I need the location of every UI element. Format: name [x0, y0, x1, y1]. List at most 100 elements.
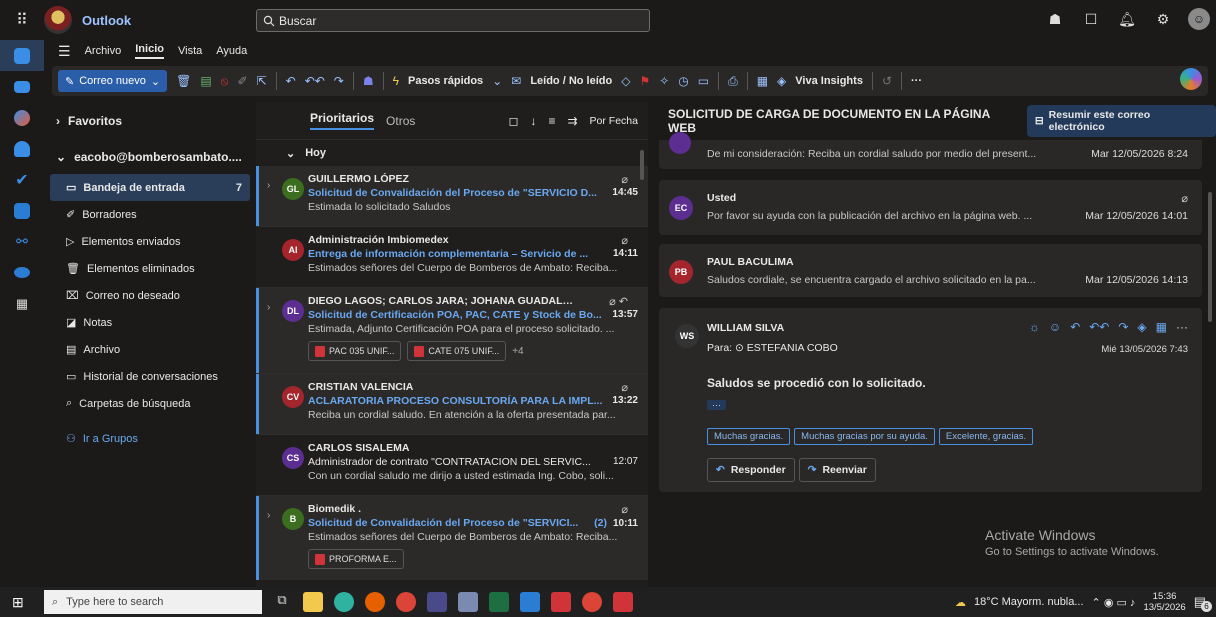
chrome-icon[interactable]	[396, 592, 416, 612]
apps-icon[interactable]: ▦	[757, 74, 768, 88]
snooze-icon[interactable]: ◷	[678, 74, 688, 88]
more-apps-icon[interactable]: ▦	[0, 288, 44, 319]
folder-deleted[interactable]: 🗑︎ Elementos eliminados	[44, 255, 256, 282]
more-options-button[interactable]: ···	[911, 75, 922, 87]
sort-label[interactable]: Por Fecha	[590, 115, 638, 127]
onedrive-app-icon[interactable]	[0, 257, 44, 288]
more-attachments[interactable]: +4	[512, 346, 523, 357]
envelope-icon[interactable]: ✉	[511, 74, 521, 88]
reply-all-icon[interactable]: ↶↶	[1089, 320, 1109, 334]
more-icon[interactable]: ···	[1176, 320, 1188, 334]
app-icon[interactable]	[458, 592, 478, 612]
report-icon[interactable]: ⦸	[221, 74, 229, 89]
lightning-icon[interactable]: ϟ	[393, 74, 399, 88]
hamburger-icon[interactable]: ☰	[58, 43, 71, 60]
new-mail-button[interactable]: ✎ Correo nuevo ⌄	[58, 70, 168, 92]
excel-icon[interactable]	[489, 592, 509, 612]
clock[interactable]: 15:36 13/5/2026	[1143, 591, 1185, 613]
folder-junk[interactable]: ⌧ Correo no deseado	[44, 282, 256, 309]
copilot-icon[interactable]	[1180, 68, 1202, 90]
viva-insights-button[interactable]: Viva Insights	[795, 75, 863, 87]
forward-button[interactable]: ↷ Reenviar	[798, 458, 876, 482]
outlook-taskbar-icon[interactable]	[520, 592, 540, 612]
taskbar-search[interactable]: ⌕ Type here to search	[44, 590, 262, 614]
bell-icon[interactable]: 🔔︎	[1116, 8, 1138, 30]
print-icon[interactable]: ⎙	[728, 74, 738, 89]
account-header[interactable]: ⌄ eacobo@bomberosambato....	[44, 140, 256, 174]
show-more-button[interactable]: ···	[707, 400, 726, 410]
apps-icon[interactable]: ▦	[1156, 320, 1167, 334]
app-launcher-icon[interactable]: ⠿	[0, 0, 44, 40]
tab-archivo[interactable]: Archivo	[85, 45, 122, 57]
teams-share-icon[interactable]: ☗	[363, 74, 374, 88]
forward-icon[interactable]: ↷	[334, 74, 344, 88]
edge-icon[interactable]	[334, 592, 354, 612]
list-item[interactable]: › DL ⌀ ↶ DIEGO LAGOS; CARLOS JARA; JOHAN…	[256, 288, 648, 374]
reply-button[interactable]: ↶ Responder	[707, 458, 795, 482]
tray-icons[interactable]: ⌃ ◉ ▭ ♪	[1092, 596, 1136, 609]
chrome-icon[interactable]	[582, 592, 602, 612]
folder-history[interactable]: ▭ Historial de conversaciones	[44, 363, 256, 390]
weather-text[interactable]: 18°C Mayorm. nubla...	[974, 596, 1084, 608]
pin-icon[interactable]: ✧	[659, 74, 669, 88]
quick-steps-button[interactable]: Pasos rápidos	[408, 75, 483, 87]
rules-icon[interactable]: ▭	[698, 74, 709, 88]
copilot-app-icon[interactable]	[0, 102, 44, 133]
calendar-app-icon[interactable]	[0, 71, 44, 102]
delete-icon[interactable]: 🗑︎	[176, 74, 191, 88]
notification-icon[interactable]: ▤ 6	[1194, 594, 1212, 612]
sweep-icon[interactable]: ✐	[238, 74, 248, 88]
sun-icon[interactable]: ☼	[1029, 320, 1040, 334]
select-icon[interactable]: ◻	[509, 114, 519, 128]
list-item[interactable]: › B ⌀ Biomedik . Solicitud de Convalidac…	[256, 496, 648, 580]
word-app-icon[interactable]	[0, 195, 44, 226]
folder-search[interactable]: ⌕ Carpetas de búsqueda	[44, 390, 256, 417]
favorites-header[interactable]: › Favoritos	[44, 102, 256, 140]
pdf-reader-icon[interactable]	[551, 592, 571, 612]
account-avatar[interactable]: ☺	[1188, 8, 1210, 30]
chevron-down-icon[interactable]: ⌄	[492, 74, 502, 88]
org-app-icon[interactable]: ⚯	[0, 226, 44, 257]
sort-arrow-icon[interactable]: ↓	[530, 114, 536, 128]
list-item[interactable]: › GL ⌀ GUILLERMO LÓPEZ Solicitud de Conv…	[256, 166, 648, 227]
reply-icon[interactable]: ↶	[1070, 320, 1080, 334]
group-header[interactable]: ⌄ Hoy	[256, 140, 648, 166]
thread-message[interactable]: De mi consideración: Reciba un cordial s…	[659, 132, 1202, 169]
folder-drafts[interactable]: ✐ Borradores	[44, 201, 256, 228]
todo-app-icon[interactable]: ✔	[0, 164, 44, 195]
firefox-icon[interactable]	[365, 592, 385, 612]
tab-vista[interactable]: Vista	[178, 45, 202, 57]
filter-icon[interactable]: ≡	[548, 114, 555, 128]
tab-other[interactable]: Otros	[386, 114, 415, 128]
thread-message[interactable]: PB PAUL BACULIMA Saludos cordiale, se en…	[659, 244, 1202, 297]
reply-icon[interactable]: ↶	[286, 74, 296, 88]
windows-start-icon[interactable]: ⊞	[12, 594, 24, 611]
task-view-icon[interactable]: ⧉	[272, 592, 292, 612]
folder-inbox[interactable]: ▭ Bandeja de entrada 7	[50, 174, 250, 201]
quick-reply[interactable]: Excelente, gracias.	[938, 428, 1034, 445]
reply-all-icon[interactable]: ↶↶	[305, 74, 325, 88]
forward-icon[interactable]: ↷	[1118, 320, 1128, 334]
thread-message[interactable]: EC Usted ⌀ Por favor su ayuda con la pub…	[659, 180, 1202, 235]
gear-icon[interactable]: ⚙	[1152, 8, 1174, 30]
archive-icon[interactable]: ▤	[200, 74, 211, 88]
list-scrollbar[interactable]	[640, 150, 644, 180]
tab-ayuda[interactable]: Ayuda	[216, 45, 247, 57]
attachment-chip[interactable]: PAC 035 UNIF...	[308, 341, 402, 361]
app-icon[interactable]	[427, 592, 447, 612]
quick-reply[interactable]: Muchas gracias.	[707, 428, 791, 445]
mail-app-icon[interactable]	[0, 40, 44, 71]
file-explorer-icon[interactable]	[303, 592, 323, 612]
pdf-reader-icon[interactable]	[613, 592, 633, 612]
tag-icon[interactable]: ◇	[621, 74, 630, 88]
teams-icon[interactable]: ☗	[1044, 8, 1066, 30]
chevron-right-icon[interactable]: ›	[267, 180, 270, 191]
weather-icon[interactable]: ☁	[955, 596, 966, 609]
attachment-chip[interactable]: CATE 075 UNIF...	[407, 341, 507, 361]
read-unread-button[interactable]: Leído / No leído	[530, 75, 612, 87]
chevron-right-icon[interactable]: ›	[267, 510, 270, 521]
search-input[interactable]: Buscar	[256, 9, 650, 32]
quick-reply[interactable]: Muchas gracias por su ayuda.	[794, 428, 935, 445]
folder-archive[interactable]: ▤ Archivo	[44, 336, 256, 363]
tab-inicio[interactable]: Inicio	[135, 43, 164, 59]
